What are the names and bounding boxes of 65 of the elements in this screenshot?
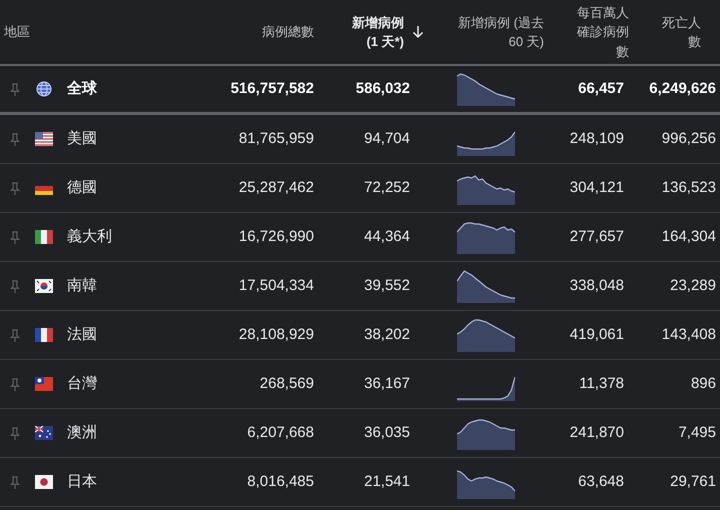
- sparkline-drawing: [457, 220, 515, 254]
- sparkline-drawing: [457, 72, 515, 106]
- column-header[interactable]: 每百萬人確診病例數: [573, 2, 629, 62]
- deaths: 29,761: [670, 472, 716, 492]
- cases-per-million: 419,061: [570, 324, 624, 345]
- total-cases: 17,504,334: [238, 276, 314, 296]
- total-cases: 25,287,462: [238, 178, 314, 198]
- cases-per-million: 304,121: [570, 178, 624, 198]
- cases-per-million: 248,109: [570, 128, 624, 149]
- pin-icon[interactable]: [10, 476, 20, 488]
- cases-per-million: 277,657: [570, 226, 624, 247]
- sort-arrow-icon: [412, 25, 424, 39]
- deaths: 136,523: [662, 178, 716, 198]
- deaths: 6,249,626: [649, 78, 716, 99]
- deaths: 143,408: [662, 324, 716, 345]
- new-cases: 94,704: [364, 128, 410, 149]
- deaths: 7,495: [678, 422, 716, 443]
- total-cases: 28,108,929: [238, 324, 314, 345]
- new-cases: 586,032: [356, 78, 410, 99]
- deaths: 23,289: [670, 276, 716, 296]
- sparkline-drawing: [457, 318, 515, 352]
- deaths: 896: [690, 374, 716, 394]
- region-name[interactable]: 美國: [67, 128, 97, 150]
- pin-icon[interactable]: [10, 280, 20, 292]
- total-cases: 6,207,668: [247, 422, 314, 443]
- cases-per-million: 66,457: [578, 78, 624, 99]
- new-cases: 21,541: [364, 472, 410, 492]
- region-name[interactable]: 德國: [67, 176, 97, 200]
- deaths: 164,304: [662, 226, 716, 247]
- column-header[interactable]: 死亡人數: [659, 12, 701, 52]
- new-cases: 72,252: [364, 178, 410, 198]
- column-header[interactable]: 新增病例 (過去 60 天): [458, 12, 544, 52]
- cases-per-million: 11,378: [579, 374, 624, 394]
- region-name[interactable]: 澳洲: [67, 422, 97, 444]
- new-cases: 44,364: [364, 226, 410, 247]
- new-cases: 39,552: [364, 276, 410, 296]
- new-cases: 36,167: [364, 374, 410, 394]
- total-cases: 8,016,485: [247, 472, 314, 492]
- pin-icon[interactable]: [10, 132, 20, 146]
- region-name[interactable]: 日本: [67, 470, 97, 494]
- pin-icon[interactable]: [10, 82, 20, 96]
- new-cases: 38,202: [364, 324, 410, 345]
- total-cases: 516,757,582: [230, 78, 314, 99]
- total-cases: 16,726,990: [238, 226, 314, 247]
- total-cases: 268,569: [260, 374, 314, 394]
- region-name[interactable]: 法國: [67, 324, 97, 346]
- sparkline-drawing: [457, 269, 515, 303]
- pin-icon[interactable]: [10, 230, 20, 244]
- region-name[interactable]: 全球: [67, 78, 97, 100]
- cases-per-million: 241,870: [570, 422, 624, 443]
- column-header[interactable]: 新增病例 (1 天*): [344, 12, 404, 52]
- new-cases: 36,035: [364, 422, 410, 443]
- cases-per-million: 63,648: [578, 472, 624, 492]
- pin-icon[interactable]: [10, 378, 20, 390]
- region-name[interactable]: 義大利: [67, 226, 112, 248]
- total-cases: 81,765,959: [238, 128, 314, 149]
- cases-per-million: 338,048: [570, 276, 624, 296]
- pin-icon[interactable]: [10, 328, 20, 342]
- pin-icon[interactable]: [10, 182, 20, 194]
- region-name[interactable]: 台灣: [67, 372, 97, 396]
- column-header[interactable]: 地區: [4, 22, 30, 42]
- pin-icon[interactable]: [10, 426, 20, 440]
- region-name[interactable]: 南韓: [67, 274, 97, 298]
- deaths: 996,256: [662, 128, 716, 149]
- column-header[interactable]: 病例總數: [262, 22, 314, 42]
